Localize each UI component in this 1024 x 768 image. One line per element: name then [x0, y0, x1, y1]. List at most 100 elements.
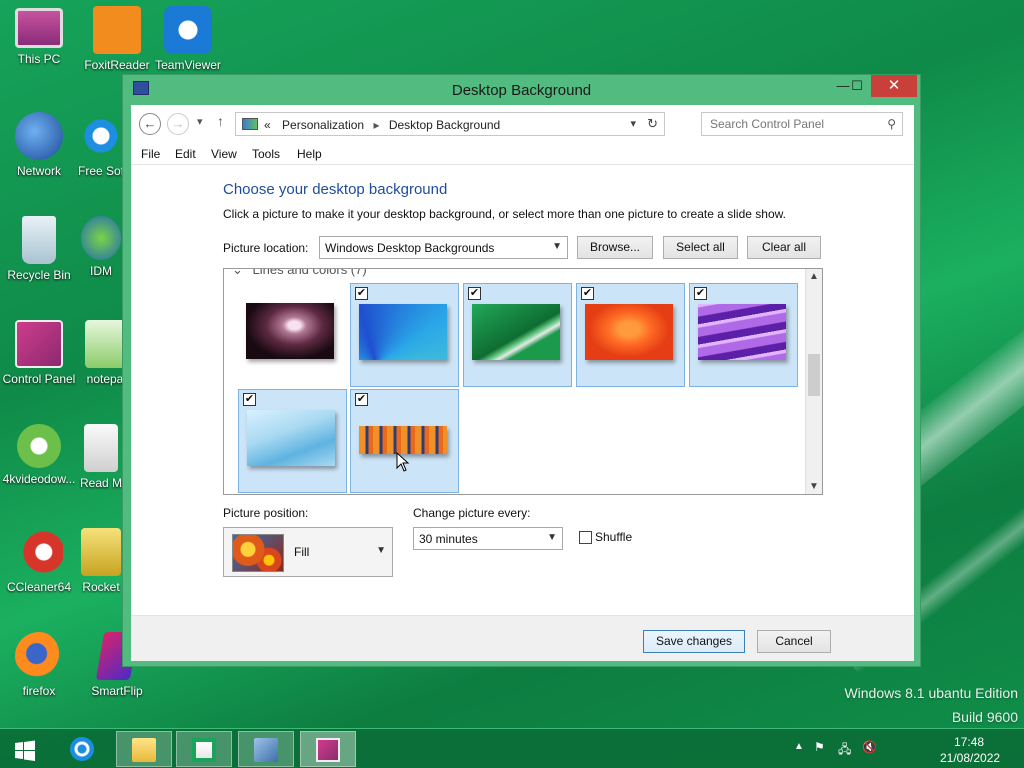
- arrow-right-icon: →: [171, 116, 185, 131]
- flag-icon[interactable]: ⚑: [814, 740, 825, 754]
- mouse-cursor-icon: [396, 452, 410, 472]
- shuffle-label: Shuffle: [595, 530, 633, 544]
- menu-tools[interactable]: Tools: [252, 147, 280, 161]
- taskbar-store[interactable]: [176, 731, 232, 767]
- address-bar[interactable]: « Personalization ▸ Desktop Background ▾…: [235, 112, 665, 136]
- start-button[interactable]: [0, 731, 50, 767]
- scroll-up-icon[interactable]: ▲: [809, 271, 819, 282]
- taskbar-network-app[interactable]: [238, 731, 294, 767]
- menu-edit[interactable]: Edit: [175, 147, 196, 161]
- menu-file[interactable]: File: [141, 147, 160, 161]
- network-icon[interactable]: 🖧: [838, 740, 851, 761]
- group-header-label: Lines and colors (7): [252, 268, 367, 277]
- desktop-icon-control-panel[interactable]: Control Panel: [0, 320, 78, 386]
- breadcrumb-separator[interactable]: ▸: [373, 118, 379, 132]
- picture-location-select[interactable]: Windows Desktop Backgrounds ▼: [319, 236, 568, 259]
- taskbar-control-panel[interactable]: [300, 731, 356, 767]
- title-bar[interactable]: Desktop Background — ☐ ✕: [123, 75, 920, 105]
- desktop-icon-this-pc[interactable]: This PC: [0, 6, 78, 66]
- wallpaper-tile-orange-swirl[interactable]: ✔: [576, 283, 685, 387]
- picture-position-select[interactable]: Fill ▼: [223, 527, 393, 577]
- desktop-icon-4kvideodownloader[interactable]: 4kvideodow...: [0, 424, 78, 486]
- wallpaper-checkbox[interactable]: ✔: [581, 287, 594, 300]
- menu-view[interactable]: View: [211, 147, 237, 161]
- search-box[interactable]: ⚲: [701, 112, 903, 136]
- shuffle-checkbox[interactable]: [579, 531, 592, 544]
- ie-icon: [70, 737, 94, 761]
- cancel-button[interactable]: Cancel: [757, 630, 831, 653]
- desktop-icon-foxitreader[interactable]: FoxitReader: [78, 6, 156, 72]
- wallpaper-thumbnail: [585, 304, 673, 360]
- rocket-icon: [81, 528, 121, 576]
- save-changes-button[interactable]: Save changes: [643, 630, 745, 653]
- desktop-icon-free-sof[interactable]: Free Sof: [78, 112, 124, 178]
- document-icon: [84, 424, 118, 472]
- wallpaper-tile-purple-waves[interactable]: ✔: [689, 283, 798, 387]
- recycle-bin-icon: [22, 216, 56, 264]
- breadcrumb-desktop-background[interactable]: Desktop Background: [389, 118, 500, 132]
- wallpaper-thumbnail: [698, 304, 786, 360]
- desktop-icon-rocket[interactable]: Rocket: [78, 528, 124, 594]
- desktop-icon-label: Recycle Bin: [7, 268, 71, 282]
- scroll-down-icon[interactable]: ▼: [809, 481, 819, 492]
- taskbar-internet-explorer[interactable]: [54, 731, 110, 767]
- desktop-icon-idm[interactable]: IDM: [78, 216, 124, 278]
- wallpaper-thumbnail: [359, 426, 447, 454]
- desktop-icon-ccleaner64[interactable]: CCleaner64: [0, 528, 78, 594]
- clear-all-button[interactable]: Clear all: [747, 236, 821, 259]
- picture-gallery: ⌄ Lines and colors (7) ✔ ✔ ✔ ✔ ✔ ✔ ▲ ▼: [223, 268, 823, 495]
- desktop-icon-teamviewer[interactable]: TeamViewer: [149, 6, 227, 72]
- wallpaper-checkbox[interactable]: ✔: [694, 287, 707, 300]
- desktop-icon-label: FoxitReader: [84, 58, 150, 72]
- menu-help[interactable]: Help: [297, 147, 322, 161]
- scrollbar-thumb[interactable]: [808, 354, 820, 396]
- teamviewer-icon: [164, 6, 212, 54]
- clock-date[interactable]: 21/08/2022: [940, 751, 1000, 765]
- wallpaper-checkbox[interactable]: ✔: [355, 287, 368, 300]
- change-picture-select[interactable]: 30 minutes ▼: [413, 527, 563, 550]
- select-all-button[interactable]: Select all: [663, 236, 738, 259]
- group-header[interactable]: ⌄ Lines and colors (7): [232, 268, 367, 278]
- desktop-icon-firefox[interactable]: firefox: [0, 632, 78, 698]
- up-button[interactable]: ↑: [217, 113, 224, 129]
- clock-time[interactable]: 17:48: [954, 735, 984, 749]
- pdf-icon: [93, 6, 141, 54]
- desktop-icon-label: Network: [16, 164, 61, 178]
- desktop-icon-network[interactable]: Network: [0, 112, 78, 178]
- desktop-icon-read-me[interactable]: Read M: [78, 424, 124, 490]
- wallpaper-tile-orange-city[interactable]: ✔: [350, 389, 459, 493]
- windows-logo-icon: [15, 740, 35, 761]
- wallpaper-tile-blue-petals[interactable]: ✔: [350, 283, 459, 387]
- desktop-icon-label: Control Panel: [2, 372, 76, 386]
- wallpaper-tile-green-lines[interactable]: ✔: [463, 283, 572, 387]
- gallery-scrollbar[interactable]: ▲ ▼: [805, 269, 822, 494]
- address-history-dropdown[interactable]: ▾: [630, 117, 636, 130]
- breadcrumb-overflow[interactable]: «: [264, 118, 271, 132]
- store-icon: [192, 738, 216, 762]
- wallpaper-checkbox[interactable]: ✔: [355, 393, 368, 406]
- back-button[interactable]: ←: [139, 113, 161, 135]
- forward-button[interactable]: →: [167, 113, 189, 135]
- wallpaper-tile-light-blue-curve[interactable]: ✔: [238, 389, 347, 493]
- breadcrumb-personalization[interactable]: Personalization: [282, 118, 364, 132]
- browse-button[interactable]: Browse...: [577, 236, 653, 259]
- desktop-icon-label: firefox: [22, 684, 56, 698]
- show-hidden-icons-button[interactable]: ▲: [794, 741, 804, 752]
- picture-location-label: Picture location:: [223, 241, 309, 255]
- window-client-area: ← → ▾ ↑ « Personalization ▸ Desktop Back…: [131, 105, 914, 661]
- recent-locations-button[interactable]: ▾: [197, 115, 203, 128]
- close-button[interactable]: ✕: [871, 75, 917, 97]
- search-input[interactable]: [710, 117, 870, 131]
- desktop-icon-recycle-bin[interactable]: Recycle Bin: [0, 216, 78, 282]
- change-picture-label: Change picture every:: [413, 506, 531, 520]
- wallpaper-checkbox[interactable]: ✔: [468, 287, 481, 300]
- wallpaper-checkbox[interactable]: ✔: [243, 393, 256, 406]
- wallpaper-tile-purple-nebula[interactable]: [238, 283, 347, 387]
- volume-muted-icon[interactable]: 🔇: [862, 740, 877, 754]
- maximize-button[interactable]: ☐: [843, 75, 871, 97]
- breadcrumb: « Personalization ▸ Desktop Background: [264, 118, 500, 132]
- refresh-button[interactable]: ↻: [647, 116, 658, 132]
- window-title: Desktop Background: [451, 82, 592, 99]
- picture-location-value: Windows Desktop Backgrounds: [325, 241, 495, 255]
- taskbar-file-explorer[interactable]: [116, 731, 172, 767]
